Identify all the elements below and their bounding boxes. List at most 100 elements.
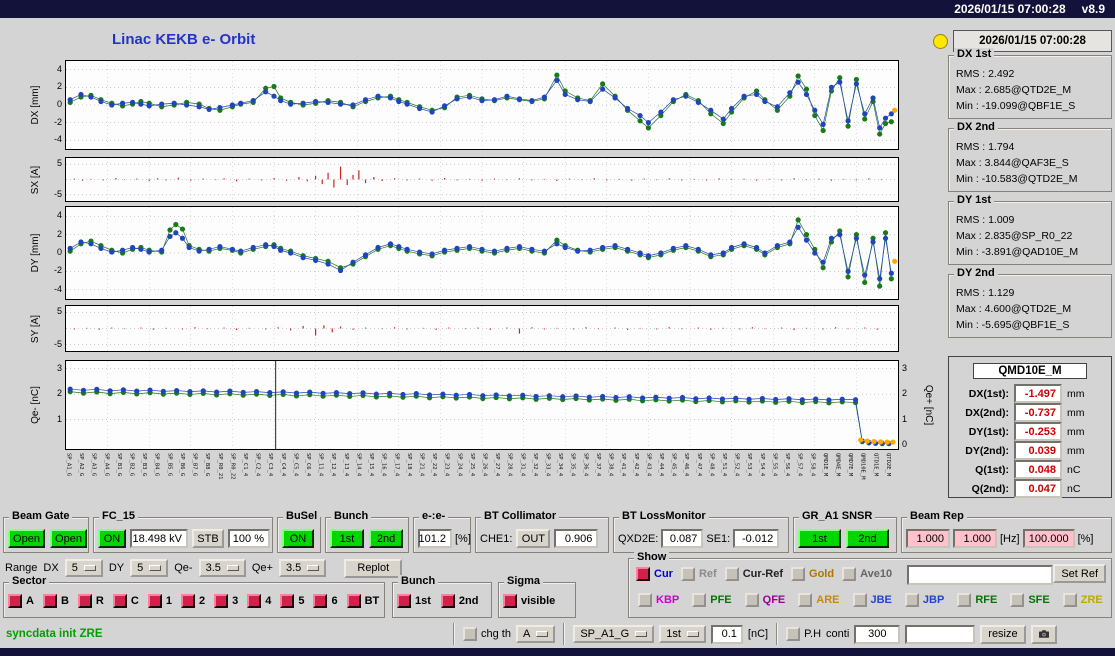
che1-value: 0.906	[554, 529, 599, 548]
bpm-label: SP_A2_G	[78, 453, 85, 477]
checkbox-on-icon	[147, 594, 162, 608]
checkbox-on-icon	[636, 567, 650, 581]
chg-th-checkbox[interactable]: chg th	[463, 627, 511, 641]
checkbox-off-icon	[904, 593, 919, 607]
ref-name-input[interactable]	[907, 565, 1053, 585]
screenshot-button[interactable]	[1030, 624, 1057, 644]
checkbox-label: KBP	[656, 594, 680, 606]
gr-a1-2nd-button[interactable]: 2nd	[846, 529, 889, 548]
stat-rms: RMS : 1.794	[956, 141, 1015, 153]
busel-on-button[interactable]: ON	[282, 529, 314, 548]
replot-button[interactable]: Replot	[344, 558, 403, 578]
monitor-unit: mm	[1067, 387, 1085, 400]
bpm-label: SP_34_4	[557, 453, 564, 477]
sector-r[interactable]: R	[77, 594, 104, 608]
show-pfe[interactable]: PFE	[692, 593, 732, 607]
beam-rep-group: Beam Rep 1.000 1.000 [Hz] 100.000 [%]	[901, 510, 1112, 553]
bpm-label: SP_32_4	[531, 453, 538, 477]
bpm-label: SP_C1_4	[241, 453, 248, 477]
monitor-value: 0.039	[1014, 441, 1062, 460]
show-jbe[interactable]: JBE	[852, 593, 892, 607]
show-ave10[interactable]: Ave10	[842, 567, 892, 581]
monitor-label: DY(1st):	[968, 425, 1009, 438]
sector-5[interactable]: 5	[280, 594, 304, 608]
beam-gate-open-1-button[interactable]: Open	[8, 529, 45, 548]
range-dx-select[interactable]: 5	[64, 559, 103, 577]
fc15-on-button[interactable]: ON	[98, 529, 126, 548]
show-cur[interactable]: Cur	[636, 567, 673, 581]
sector-b[interactable]: B	[42, 594, 69, 608]
stat-rms: RMS : 1.129	[956, 287, 1015, 299]
y-tick-label: 0	[56, 99, 62, 109]
threshold-value: 0.1	[710, 624, 743, 644]
fc15-stb-button[interactable]: STB	[192, 529, 224, 548]
range-qem-select[interactable]: 3.5	[198, 559, 246, 577]
bunch-1st[interactable]: 1st	[397, 594, 431, 608]
dx-orbit-plot[interactable]: 4 2 0 -2 -4 DX [mm]	[30, 60, 899, 150]
ph-checkbox[interactable]: P.H	[786, 627, 821, 641]
bunch-select[interactable]: 1st	[659, 625, 706, 643]
blank-field[interactable]	[905, 624, 976, 644]
device-select[interactable]: SP_A1_G	[573, 625, 655, 643]
sector-bt[interactable]: BT	[346, 594, 379, 608]
sector-c[interactable]: C	[112, 594, 139, 608]
bpm-label: QTD2E_M	[884, 453, 891, 477]
y-tick-label: 2	[56, 228, 62, 239]
range-dy-select[interactable]: 5	[130, 559, 169, 577]
checkbox-label: 3	[232, 595, 239, 607]
show-cur-ref[interactable]: Cur-Ref	[724, 567, 783, 581]
sector-4[interactable]: 4	[247, 594, 271, 608]
dy-orbit-plot[interactable]: 4 2 0 -2 -4 DY [mm]	[30, 206, 899, 300]
show-kbp[interactable]: KBP	[638, 593, 679, 607]
bpm-label: SP_38_4	[607, 453, 614, 477]
sector-6[interactable]: 6	[313, 594, 338, 608]
range-qep-select[interactable]: 3.5	[278, 559, 327, 577]
bunch-1st-button[interactable]: 1st	[330, 529, 364, 548]
set-ref-button[interactable]: Set Ref	[1053, 564, 1106, 583]
show-gold[interactable]: Gold	[791, 567, 834, 581]
sector-2[interactable]: 2	[180, 594, 205, 608]
y-tick-label: 2	[56, 388, 62, 399]
checkbox-label: ARE	[816, 594, 840, 606]
che1-out-button[interactable]: OUT	[516, 529, 551, 548]
bpm-label: SP_23_4	[443, 453, 450, 477]
checkbox-on-icon	[8, 594, 22, 608]
checkbox-off-icon	[1010, 593, 1025, 607]
sector-select[interactable]: A	[515, 625, 556, 643]
page-title: Linac KEKB e- Orbit	[112, 31, 256, 48]
checkbox-label: ZRE	[1080, 594, 1103, 606]
y-axis-label: SY [A]	[30, 314, 41, 343]
qe-charge-plot[interactable]: 3 2 1 3 2 1 0 Qe- [nC] Qe+ [nC]	[30, 360, 934, 450]
checkbox-label: 1st	[415, 595, 431, 607]
sy-steering-plot[interactable]: 5 -5 SY [A]	[30, 305, 899, 352]
checkbox-label: visible	[521, 595, 556, 607]
group-title: BT Collimator	[481, 510, 560, 522]
show-qfe[interactable]: QFE	[744, 593, 785, 607]
y-axis-label: DX [mm]	[30, 85, 41, 125]
bunch-2nd[interactable]: 2nd	[440, 594, 478, 608]
range-qem-value: 3.5	[205, 562, 221, 574]
y-axis-label-right: Qe+ [nC]	[923, 384, 934, 426]
gr-a1-1st-button[interactable]: 1st	[798, 529, 841, 548]
monitor-row: Q(1st): 0.048 nC	[949, 460, 1111, 479]
bunch-2nd-button[interactable]: 2nd	[369, 529, 403, 548]
sector-a[interactable]: A	[8, 594, 34, 608]
sx-steering-plot[interactable]: 5 -5 SX [A]	[30, 157, 899, 202]
checkbox-label: JBP	[922, 594, 945, 606]
show-sfe[interactable]: SFE	[1010, 593, 1050, 607]
show-are[interactable]: ARE	[798, 593, 840, 607]
show-zre[interactable]: ZRE	[1062, 593, 1103, 607]
sector-3[interactable]: 3	[214, 594, 238, 608]
stats-panel-dx-1st: DX 1st RMS : 2.492 Max : 2.685@QTD2E_M Min …	[948, 48, 1112, 119]
show-rfe[interactable]: RFE	[957, 593, 997, 607]
beam-gate-open-2-button[interactable]: Open	[50, 529, 87, 548]
bpm-label: SP_47_4	[695, 453, 702, 477]
sigma-visible[interactable]: visible	[503, 594, 555, 608]
resize-button[interactable]: resize	[980, 624, 1026, 644]
bpm-label: SP_C5_4	[292, 453, 299, 477]
sector-1[interactable]: 1	[147, 594, 172, 608]
show-jbp[interactable]: JBP	[904, 593, 945, 607]
ee-ratio-unit: [%]	[455, 532, 471, 545]
titlebar-clock: 2026/01/15 07:00:28	[954, 2, 1066, 16]
show-ref[interactable]: Ref	[680, 567, 717, 581]
